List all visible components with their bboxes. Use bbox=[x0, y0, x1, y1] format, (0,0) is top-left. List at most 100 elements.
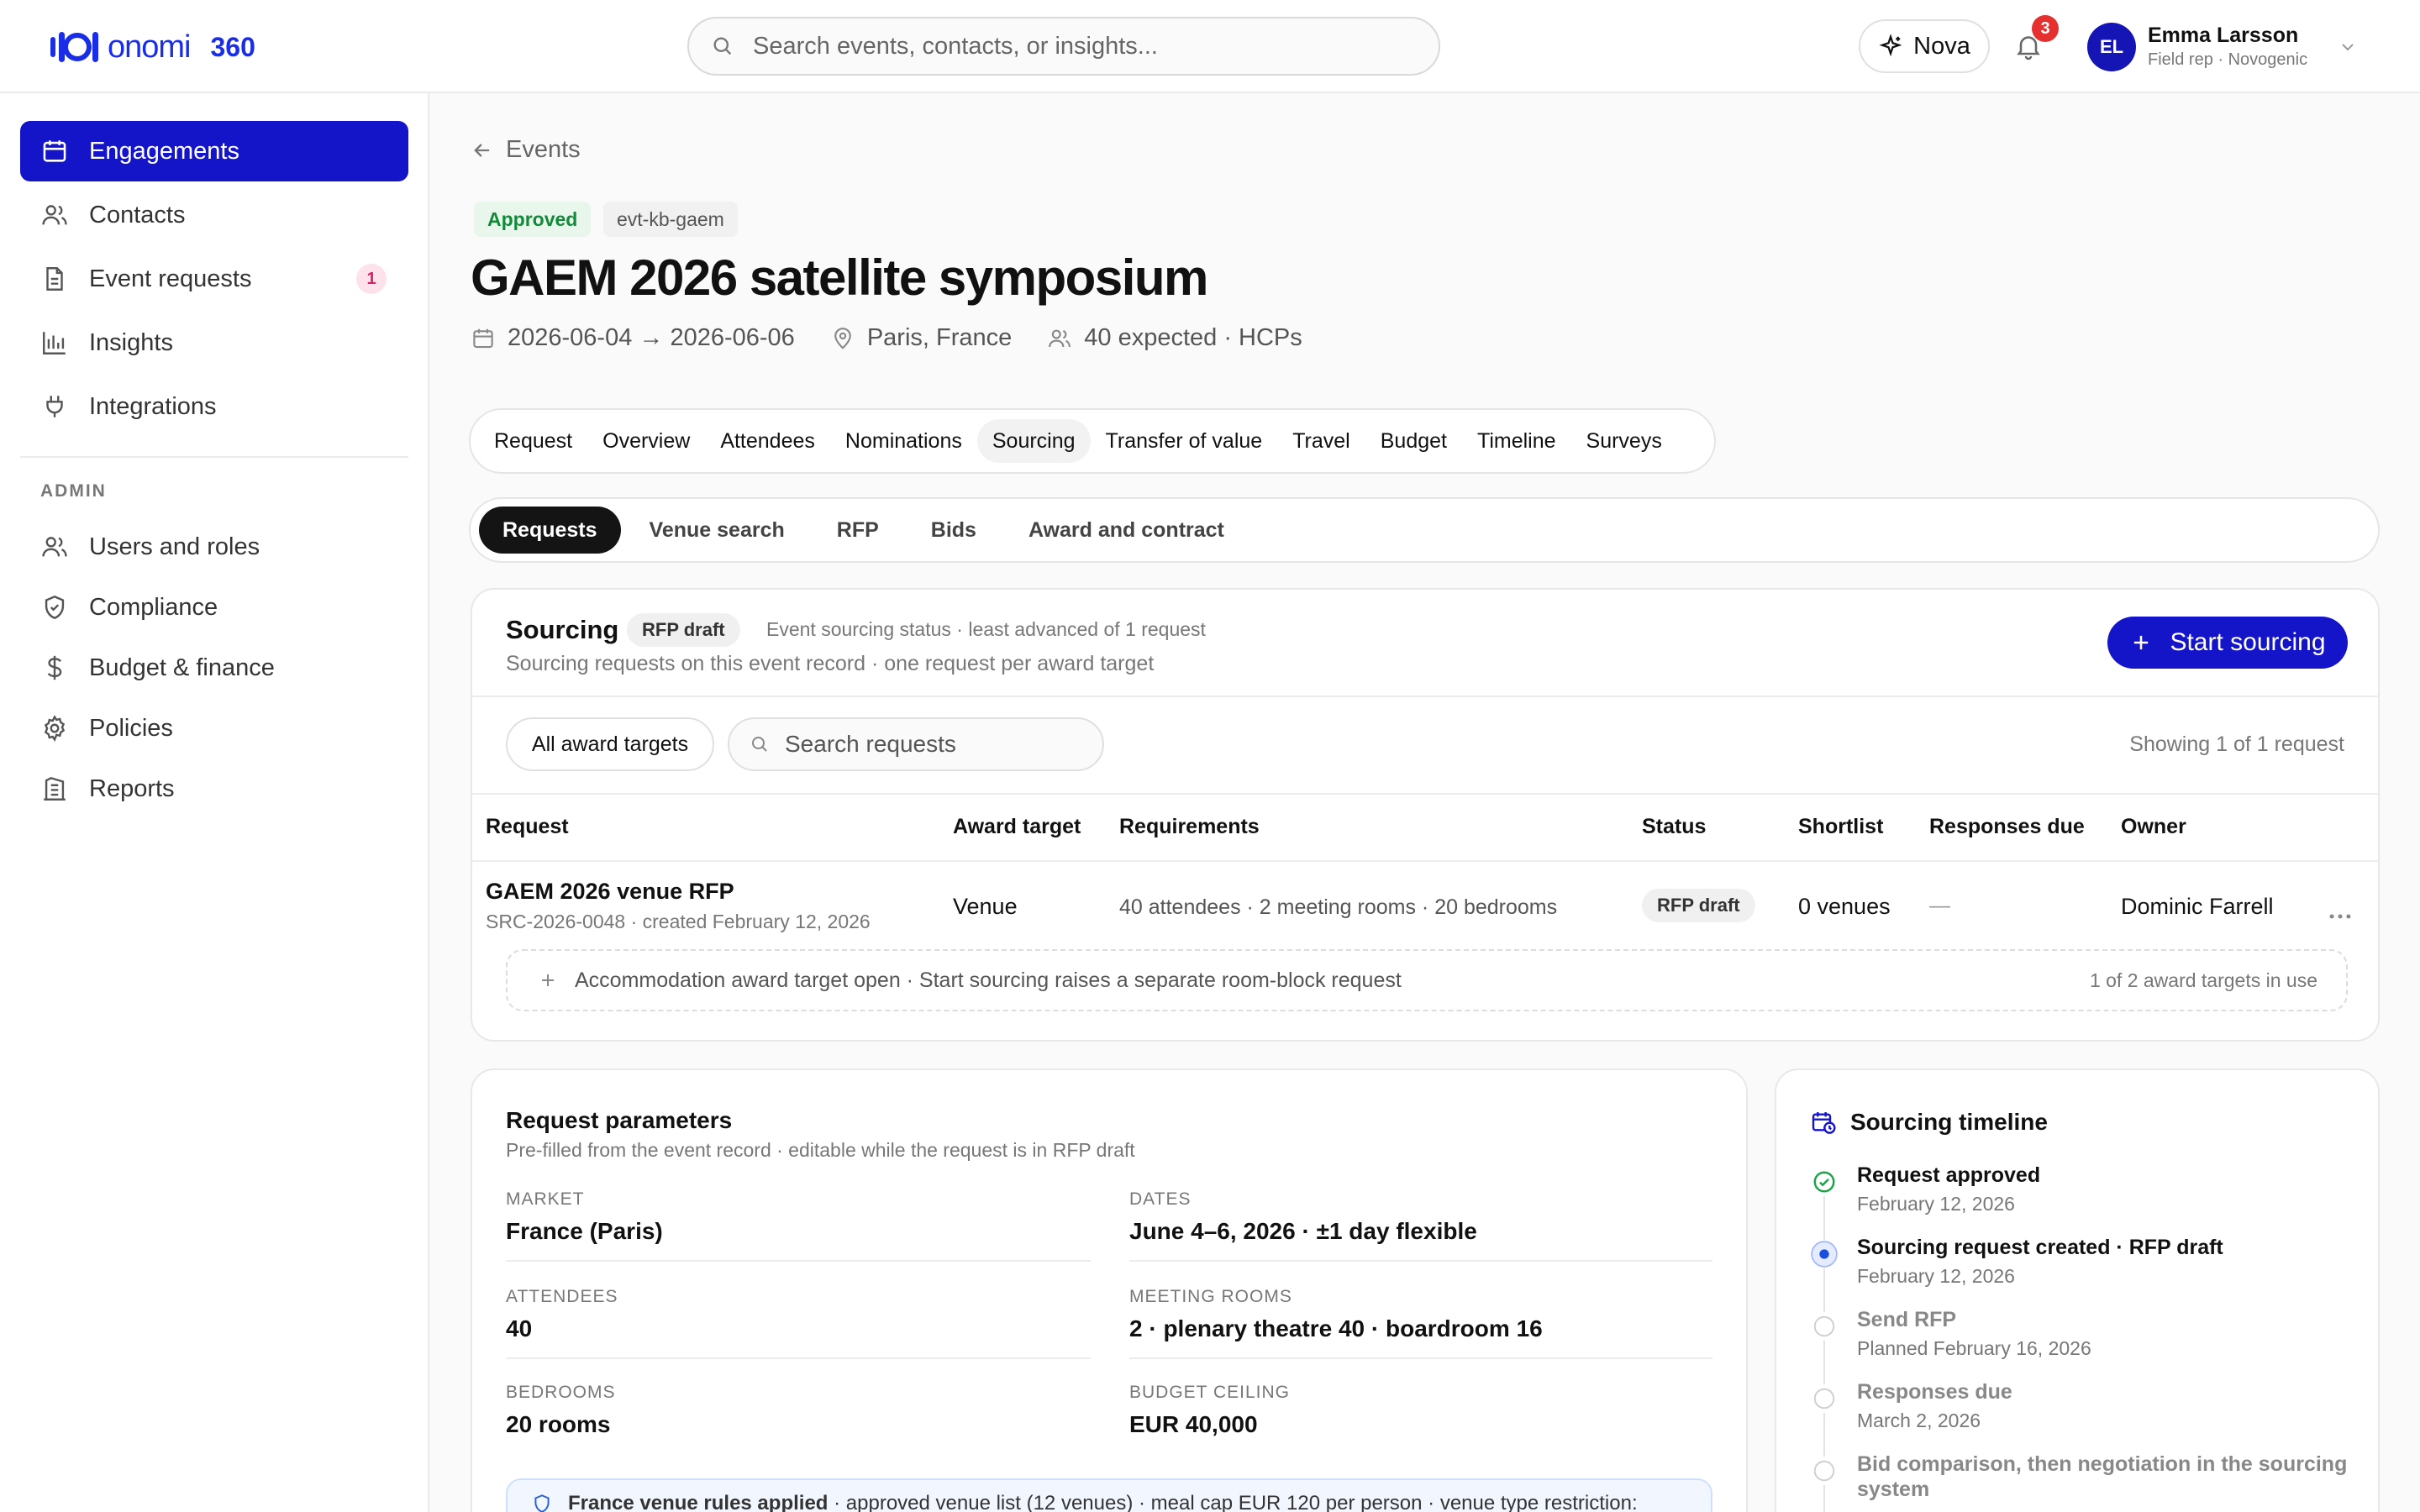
sidebar: Engagements Contacts Event requests 1 In… bbox=[0, 93, 429, 1512]
user-name[interactable]: Emma Larsson bbox=[2148, 24, 2298, 48]
sidebar-item-event-requests[interactable]: Event requests 1 bbox=[20, 249, 408, 309]
tab-budget[interactable]: Budget bbox=[1365, 419, 1462, 463]
request-name[interactable]: GAEM 2026 venue RFP bbox=[486, 879, 734, 905]
divider bbox=[506, 1357, 1091, 1359]
sidebar-item-label: Insights bbox=[89, 328, 173, 356]
tab-sourcing[interactable]: Sourcing bbox=[976, 419, 1091, 463]
empty-circle-icon bbox=[1810, 1457, 1839, 1485]
column-header-award-target: Award target bbox=[953, 815, 1081, 838]
plus-icon bbox=[542, 974, 554, 986]
breadcrumb-label[interactable]: Events bbox=[506, 136, 581, 164]
chevron-down-icon[interactable] bbox=[2338, 37, 2358, 57]
request-meta: SRC-2026-0048 · created February 12, 202… bbox=[486, 911, 871, 932]
divider bbox=[1129, 1357, 1712, 1359]
param-label-bedrooms: BEDROOMS bbox=[506, 1383, 616, 1402]
venue-rules-text: · approved venue list (12 venues) · meal… bbox=[828, 1492, 1638, 1512]
dollar-icon bbox=[47, 655, 62, 680]
event-audience: 40 expected · HCPs bbox=[1047, 324, 1302, 352]
sidebar-item-label: Event requests bbox=[89, 265, 252, 292]
search-icon bbox=[752, 737, 767, 752]
timeline-item-name: Sourcing request created · RFP draft bbox=[1857, 1236, 2223, 1259]
subtab-rfp[interactable]: RFP bbox=[813, 507, 902, 554]
sidebar-admin-label: ADMIN bbox=[40, 481, 107, 501]
parameters-subtitle: Pre-filled from the event record · edita… bbox=[506, 1139, 1135, 1161]
calendar-clock-icon bbox=[1812, 1112, 1836, 1134]
nova-button[interactable]: Nova bbox=[1859, 19, 1990, 73]
tab-surveys[interactable]: Surveys bbox=[1571, 419, 1677, 463]
bar-chart-icon bbox=[43, 332, 66, 354]
sidebar-item-compliance[interactable]: Compliance bbox=[20, 577, 408, 638]
param-value-dates: June 4–6, 2026 · ±1 day flexible bbox=[1129, 1218, 1477, 1244]
avatar[interactable]: EL bbox=[2087, 23, 2136, 71]
tab-nominations[interactable]: Nominations bbox=[830, 419, 977, 463]
timeline-item-date: March 2, 2026 bbox=[1857, 1410, 1981, 1431]
event-meta: 2026-06-04 → 2026-06-06 Paris, France 40… bbox=[471, 324, 1338, 352]
responses-due-cell: — bbox=[1929, 894, 1950, 917]
event-id-badge: evt-kb-gaem bbox=[603, 202, 738, 237]
document-icon bbox=[46, 267, 63, 291]
sidebar-item-integrations[interactable]: Integrations bbox=[20, 376, 408, 437]
breadcrumb[interactable]: Events bbox=[471, 136, 581, 164]
empty-circle-icon bbox=[1810, 1384, 1839, 1413]
brand-name: onomi bbox=[108, 29, 191, 65]
sidebar-item-budget-finance[interactable]: Budget & finance bbox=[20, 638, 408, 698]
current-step-icon bbox=[1810, 1240, 1839, 1268]
subtab-requests[interactable]: Requests bbox=[479, 507, 621, 554]
empty-circle-icon bbox=[1810, 1312, 1839, 1341]
sidebar-item-label: Integrations bbox=[89, 392, 217, 420]
subtab-award-and-contract[interactable]: Award and contract bbox=[1005, 507, 1248, 554]
tab-attendees[interactable]: Attendees bbox=[705, 419, 830, 463]
sourcing-subtitle: Sourcing requests on this event record ·… bbox=[506, 652, 1155, 675]
sidebar-item-reports[interactable]: Reports bbox=[20, 759, 408, 819]
global-search-input[interactable] bbox=[753, 32, 1392, 60]
column-header-shortlist: Shortlist bbox=[1798, 815, 1884, 838]
param-label-budget-ceiling: BUDGET CEILING bbox=[1129, 1383, 1290, 1402]
divider bbox=[472, 860, 2378, 862]
param-value-market: France (Paris) bbox=[506, 1218, 663, 1244]
sidebar-item-label: Reports bbox=[89, 774, 175, 802]
sidebar-item-insights[interactable]: Insights bbox=[20, 312, 408, 373]
brand-suffix: 360 bbox=[210, 31, 255, 62]
request-parameters-card: Request parameters Pre-filled from the e… bbox=[471, 1068, 1748, 1512]
sidebar-item-users-and-roles[interactable]: Users and roles bbox=[20, 517, 408, 577]
page-title: GAEM 2026 satellite symposium bbox=[471, 249, 1208, 306]
timeline-item-date: Planned February 16, 2026 bbox=[1857, 1337, 2091, 1359]
divider bbox=[506, 1260, 1091, 1262]
accommodation-note: Accommodation award target open · Start … bbox=[575, 968, 1402, 992]
sidebar-item-engagements[interactable]: Engagements bbox=[20, 121, 408, 181]
request-search[interactable] bbox=[728, 717, 1104, 771]
sidebar-item-policies[interactable]: Policies bbox=[20, 698, 408, 759]
sidebar-item-contacts[interactable]: Contacts bbox=[20, 185, 408, 245]
sourcing-status-pill: RFP draft bbox=[627, 613, 740, 647]
shield-icon bbox=[534, 1494, 550, 1512]
subtab-bids[interactable]: Bids bbox=[908, 507, 1000, 554]
users-icon bbox=[1049, 329, 1071, 347]
timeline-item-date: February 12, 2026 bbox=[1857, 1193, 2015, 1215]
start-sourcing-button[interactable]: Start sourcing bbox=[2107, 617, 2348, 669]
brand-logo[interactable]: onomi 360 bbox=[49, 24, 255, 71]
sidebar-divider bbox=[20, 456, 408, 458]
tab-overview[interactable]: Overview bbox=[587, 419, 705, 463]
requirements-cell: 40 attendees · 2 meeting rooms · 20 bedr… bbox=[1119, 895, 1558, 919]
tab-transfer-of-value[interactable]: Transfer of value bbox=[1091, 419, 1278, 463]
shield-icon bbox=[45, 595, 65, 620]
tab-request[interactable]: Request bbox=[479, 419, 587, 463]
award-target-filter[interactable]: All award targets bbox=[506, 717, 714, 771]
subtab-venue-search[interactable]: Venue search bbox=[626, 507, 808, 554]
more-options-icon[interactable] bbox=[2326, 902, 2354, 931]
timeline-item-name: Send RFP bbox=[1857, 1308, 1957, 1331]
tab-timeline[interactable]: Timeline bbox=[1462, 419, 1571, 463]
global-search[interactable] bbox=[687, 17, 1440, 76]
search-icon bbox=[713, 37, 732, 55]
row-status-badge: RFP draft bbox=[1642, 889, 1755, 922]
tab-travel[interactable]: Travel bbox=[1277, 419, 1365, 463]
check-circle-icon bbox=[1810, 1168, 1839, 1196]
timeline-item-name: Responses due bbox=[1857, 1380, 2012, 1404]
request-search-input[interactable] bbox=[785, 731, 1087, 758]
param-value-bedrooms: 20 rooms bbox=[506, 1411, 611, 1437]
accommodation-award-target-row[interactable]: Accommodation award target open · Start … bbox=[506, 949, 2348, 1011]
sourcing-title: Sourcing bbox=[506, 615, 619, 644]
results-count: Showing 1 of 1 request bbox=[2129, 732, 2344, 756]
event-tabs: Request Overview Attendees Nominations S… bbox=[469, 408, 1716, 474]
award-target-cell: Venue bbox=[953, 894, 1018, 919]
